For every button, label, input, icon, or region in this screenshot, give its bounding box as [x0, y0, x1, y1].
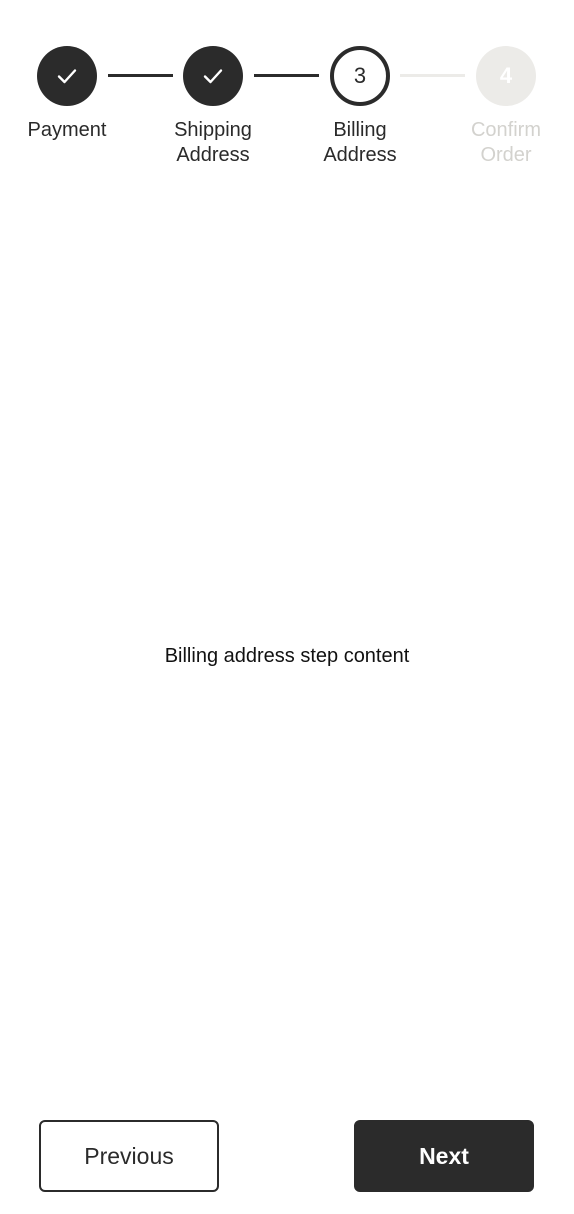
step-label-line: Address — [323, 144, 397, 166]
step-number: 4 — [499, 63, 513, 88]
step-billing-address[interactable]: 3 Billing Address — [290, 46, 430, 168]
next-button[interactable]: Next — [354, 1120, 534, 1192]
step-content-text: Billing address step content — [164, 645, 410, 667]
step-billing-address-indicator: 3 — [330, 46, 390, 106]
step-label-line: Billing — [333, 119, 387, 141]
step-confirm-order-label: Confirm Order — [436, 118, 574, 168]
checkmark-icon — [57, 69, 77, 84]
step-payment[interactable]: Payment — [0, 46, 137, 143]
checkmark-icon — [203, 69, 223, 84]
step-confirm-order-indicator: 4 — [476, 46, 536, 106]
step-payment-label: Payment — [0, 118, 137, 143]
step-billing-address-label: Billing Address — [290, 118, 430, 168]
step-label-line: Shipping — [174, 119, 252, 141]
step-shipping-address-indicator — [183, 46, 243, 106]
step-label-line: Address — [176, 144, 250, 166]
step-shipping-address[interactable]: Shipping Address — [143, 46, 283, 168]
step-payment-indicator — [37, 46, 97, 106]
step-shipping-address-label: Shipping Address — [143, 118, 283, 168]
step-label-line: Confirm — [470, 119, 541, 141]
checkout-stepper: Payment Shipping Address 3 Billing Addre… — [0, 0, 574, 180]
previous-button[interactable]: Previous — [39, 1120, 219, 1192]
step-label-line: Order — [480, 144, 532, 166]
step-label-line: Payment — [27, 119, 107, 141]
step-number: 3 — [353, 63, 367, 88]
step-confirm-order[interactable]: 4 Confirm Order — [436, 46, 574, 168]
